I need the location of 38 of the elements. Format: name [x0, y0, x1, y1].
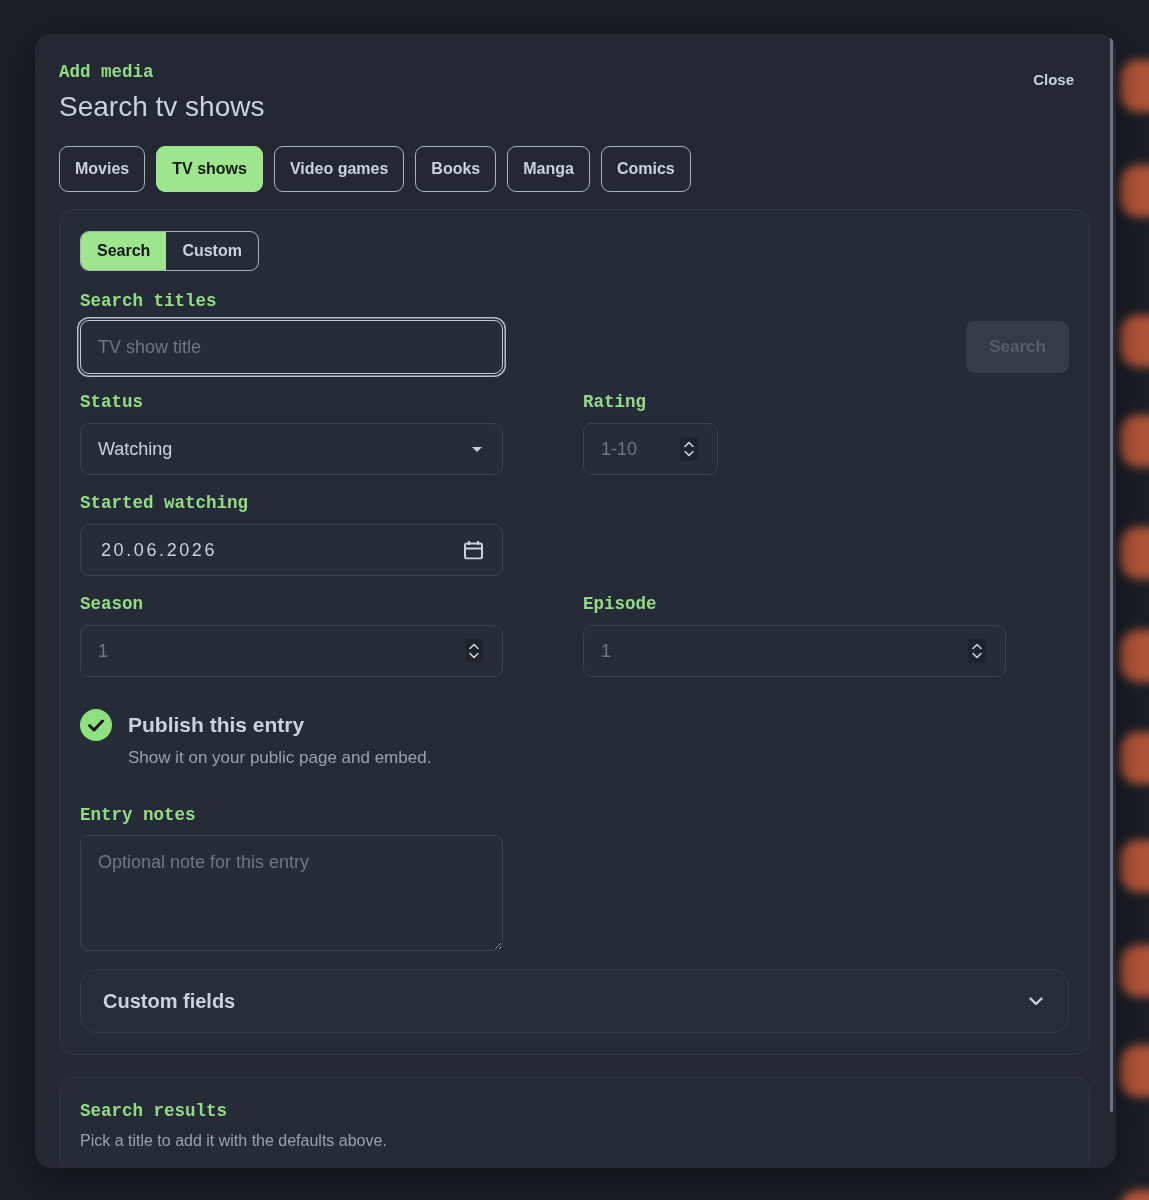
field-label: Season — [80, 593, 143, 615]
media-tab[interactable]: TV shows — [156, 146, 263, 192]
status-dropdown[interactable]: Watching — [80, 423, 503, 475]
media-tab[interactable]: Comics — [600, 146, 691, 192]
media-tab[interactable]: Movies — [59, 146, 146, 192]
media-tab[interactable]: Manga — [507, 146, 590, 192]
stepper-icon[interactable] — [968, 639, 986, 663]
option-title: Publish this entry — [128, 712, 305, 738]
calendar-icon[interactable] — [464, 540, 483, 560]
scrollbar[interactable] — [1110, 36, 1113, 1112]
search-input[interactable]: TV show title — [80, 320, 503, 374]
stepper-icon[interactable] — [465, 639, 483, 663]
field-label: Search titles — [80, 290, 217, 312]
media-tab[interactable]: Video games — [273, 146, 405, 192]
number-input[interactable]: 1 — [583, 625, 1006, 677]
date-input[interactable]: 20.06.2026 — [80, 524, 503, 576]
media-tab[interactable]: Books — [415, 146, 497, 192]
field-label: Entry notes — [80, 804, 196, 826]
close-button[interactable]: Close — [1017, 62, 1090, 98]
field-label: Rating — [583, 391, 646, 413]
number-input[interactable]: 1-10 — [583, 423, 718, 475]
section-hint: Pick a title to add it with the defaults above. — [80, 1131, 387, 1151]
caret-icon — [472, 446, 482, 452]
dialog-eyebrow: Add media — [59, 62, 154, 82]
field-label: Status — [80, 391, 143, 413]
section-label: Search results — [80, 1100, 228, 1122]
option-description: Show it on your public page and embed. — [128, 747, 432, 769]
stepper-icon[interactable] — [680, 437, 698, 461]
notes-textarea[interactable]: Optional note for this entry — [80, 835, 503, 951]
mode-tab[interactable]: Custom — [166, 232, 258, 270]
field-label: Episode — [583, 593, 657, 615]
checkbox[interactable] — [80, 709, 112, 741]
collapsible-header[interactable]: Custom fields — [80, 969, 1069, 1033]
number-input[interactable]: 1 — [80, 625, 503, 677]
dialog-title: Search tv shows — [59, 90, 265, 124]
check-icon — [88, 718, 104, 732]
field-label: Started watching — [80, 492, 249, 514]
mode-tab[interactable]: Search — [81, 232, 167, 270]
